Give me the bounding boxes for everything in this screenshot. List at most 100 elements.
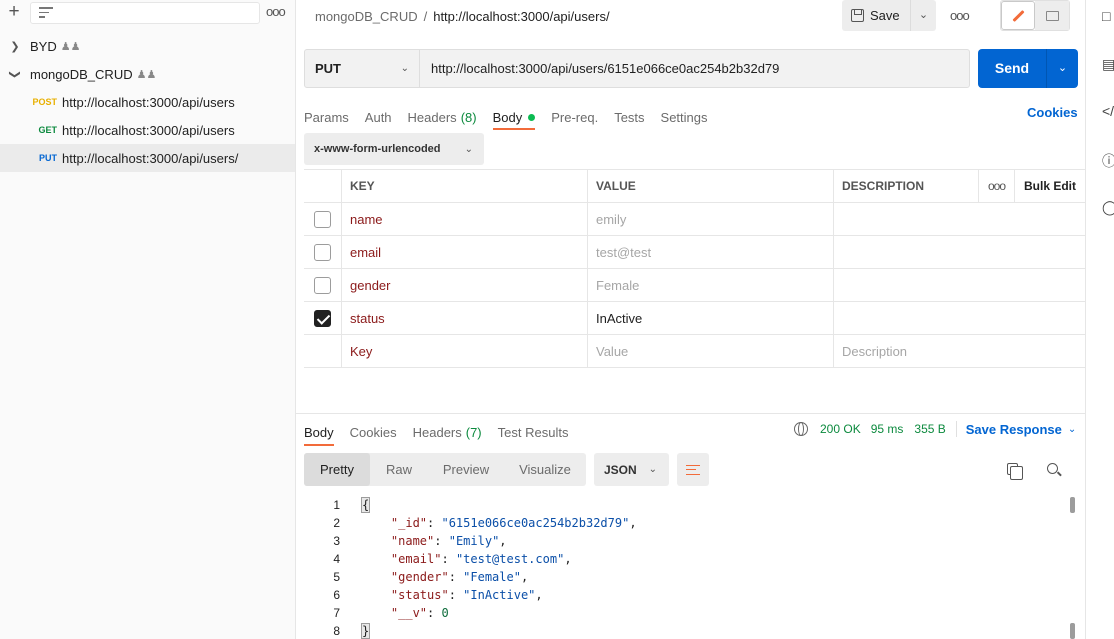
format-raw[interactable]: Raw bbox=[370, 453, 428, 486]
code-text: { bbox=[360, 497, 371, 513]
tab-pre-request[interactable]: Pre-req. bbox=[551, 104, 598, 130]
row-checkbox[interactable] bbox=[314, 243, 331, 261]
key-cell[interactable]: name bbox=[342, 203, 588, 235]
collection-mongodb-crud[interactable]: ❯ mongoDB_CRUD ♟♟ bbox=[0, 60, 295, 88]
info-icon[interactable]: ⓘ bbox=[1102, 151, 1114, 169]
code-line: 8} bbox=[296, 622, 1066, 639]
tab-label: Test Results bbox=[497, 424, 569, 440]
status-code[interactable]: 200 OK bbox=[820, 422, 861, 436]
method-badge: POST bbox=[32, 97, 57, 107]
body-type-value: x-www-form-urlencoded bbox=[314, 143, 441, 155]
value-cell[interactable]: test@test bbox=[588, 236, 834, 268]
description-cell[interactable] bbox=[834, 302, 1085, 334]
tab-response-cookies[interactable]: Cookies bbox=[350, 420, 397, 444]
code-text: "name": "Emily", bbox=[390, 534, 507, 548]
value-placeholder[interactable]: Value bbox=[588, 335, 834, 367]
code-line: 7 "__v": 0 bbox=[296, 604, 1066, 622]
tab-params[interactable]: Params bbox=[304, 104, 349, 130]
description-cell[interactable] bbox=[834, 203, 1085, 235]
code-scrollbar-bottom[interactable] bbox=[1070, 623, 1075, 639]
format-visualize[interactable]: Visualize bbox=[504, 453, 586, 486]
copy-icon[interactable] bbox=[1007, 463, 1023, 480]
row-checkbox[interactable] bbox=[314, 276, 331, 294]
description-placeholder[interactable]: Description bbox=[834, 335, 1085, 367]
collection-byd[interactable]: ❯ BYD ♟♟ bbox=[0, 32, 295, 60]
search-icon[interactable] bbox=[1047, 463, 1058, 474]
code-line: 5 "gender": "Female", bbox=[296, 568, 1066, 586]
row-checkbox[interactable] bbox=[314, 210, 331, 228]
comments-icon[interactable]: ▤ bbox=[1102, 56, 1114, 72]
description-cell[interactable] bbox=[834, 269, 1085, 301]
tab-auth[interactable]: Auth bbox=[365, 104, 392, 130]
method-select[interactable]: PUT ⌄ bbox=[305, 50, 420, 87]
sidebar-request-put[interactable]: PUT http://localhost:3000/api/users/ bbox=[0, 144, 295, 172]
value-cell[interactable]: emily bbox=[588, 203, 834, 235]
chevron-right-icon[interactable]: ❯ bbox=[9, 40, 21, 53]
code-snippet-icon[interactable]: </ bbox=[1102, 103, 1114, 119]
breadcrumb-separator: / bbox=[423, 9, 428, 24]
format-preview[interactable]: Preview bbox=[428, 453, 504, 486]
body-type-select[interactable]: x-www-form-urlencoded ⌄ bbox=[304, 133, 484, 165]
wrap-lines-icon bbox=[686, 464, 700, 475]
save-button[interactable]: Save ⌄ bbox=[842, 0, 936, 31]
pencil-icon bbox=[1011, 9, 1025, 22]
checkbox-cell bbox=[304, 269, 342, 301]
response-divider[interactable] bbox=[296, 413, 1085, 414]
row-checkbox-checked[interactable] bbox=[314, 309, 331, 327]
shared-collection-icon: ♟♟ bbox=[60, 40, 81, 53]
line-number: 7 bbox=[333, 606, 340, 620]
key-cell[interactable]: email bbox=[342, 236, 588, 268]
sidebar-search-filter[interactable] bbox=[30, 2, 260, 24]
tab-tests[interactable]: Tests bbox=[614, 104, 644, 130]
tab-body[interactable]: Body bbox=[492, 104, 536, 130]
chevron-down-icon[interactable]: ⌄ bbox=[1068, 424, 1076, 435]
tab-settings[interactable]: Settings bbox=[661, 104, 708, 130]
response-time[interactable]: 95 ms bbox=[871, 422, 904, 436]
key-placeholder[interactable]: Key bbox=[342, 335, 588, 367]
tab-label: Pre-req. bbox=[551, 109, 599, 125]
sidebar-more-icon[interactable]: ooo bbox=[266, 2, 288, 22]
filter-icon[interactable] bbox=[39, 7, 53, 19]
breadcrumb-collection[interactable]: mongoDB_CRUD bbox=[315, 9, 418, 24]
wrap-lines-button[interactable] bbox=[677, 453, 709, 486]
description-cell[interactable] bbox=[834, 236, 1085, 268]
globe-icon[interactable] bbox=[794, 422, 808, 436]
tab-test-results[interactable]: Test Results bbox=[498, 420, 569, 444]
language-select[interactable]: JSON ⌄ bbox=[594, 453, 669, 486]
edit-mode-button[interactable] bbox=[1001, 1, 1035, 30]
sidebar-request-post[interactable]: POST http://localhost:3000/api/users bbox=[0, 88, 295, 116]
format-pretty[interactable]: Pretty bbox=[304, 453, 370, 486]
tab-response-headers[interactable]: Headers (7) bbox=[413, 420, 482, 444]
save-response-button[interactable]: Save Response bbox=[966, 422, 1062, 437]
key-cell[interactable]: status bbox=[342, 302, 588, 334]
tab-response-body[interactable]: Body bbox=[304, 420, 334, 446]
key-cell[interactable]: gender bbox=[342, 269, 588, 301]
value-cell[interactable]: Female bbox=[588, 269, 834, 301]
language-value: JSON bbox=[604, 462, 637, 477]
lightbulb-icon[interactable]: ◯ bbox=[1102, 199, 1114, 215]
sidebar-request-get[interactable]: GET http://localhost:3000/api/users bbox=[0, 116, 295, 144]
code-scrollbar[interactable] bbox=[1070, 497, 1075, 513]
right-context-bar: □ ▤ </ ⓘ ◯ bbox=[1085, 0, 1114, 639]
column-header-value: VALUE bbox=[588, 170, 834, 202]
new-collection-icon[interactable]: + bbox=[6, 2, 22, 22]
response-size[interactable]: 355 B bbox=[914, 422, 945, 436]
save-dropdown-icon[interactable]: ⌄ bbox=[910, 0, 936, 31]
comment-mode-button[interactable] bbox=[1035, 1, 1069, 30]
table-more-icon[interactable]: ooo bbox=[979, 170, 1015, 202]
send-dropdown-icon[interactable]: ⌄ bbox=[1046, 49, 1078, 88]
send-button[interactable]: Send ⌄ bbox=[978, 49, 1078, 88]
value-cell[interactable]: InActive bbox=[588, 302, 834, 334]
documentation-icon[interactable]: □ bbox=[1102, 8, 1114, 24]
breadcrumb: mongoDB_CRUD / http://localhost:3000/api/u… bbox=[315, 9, 610, 24]
line-number: 2 bbox=[333, 516, 340, 530]
more-options-icon[interactable]: ooo bbox=[950, 8, 970, 23]
url-input[interactable] bbox=[420, 50, 969, 87]
response-body-code[interactable]: 1{ 2 "_id": "6151e066ce0ac254b2b32d79", … bbox=[296, 496, 1066, 639]
cookies-link[interactable]: Cookies bbox=[1027, 105, 1078, 120]
chevron-down-icon[interactable]: ❯ bbox=[9, 68, 22, 80]
breadcrumb-request[interactable]: http://localhost:3000/api/users/ bbox=[433, 9, 609, 24]
bulk-edit-button[interactable]: Bulk Edit bbox=[1015, 170, 1085, 202]
code-line: 3 "name": "Emily", bbox=[296, 532, 1066, 550]
tab-headers[interactable]: Headers (8) bbox=[408, 104, 477, 130]
